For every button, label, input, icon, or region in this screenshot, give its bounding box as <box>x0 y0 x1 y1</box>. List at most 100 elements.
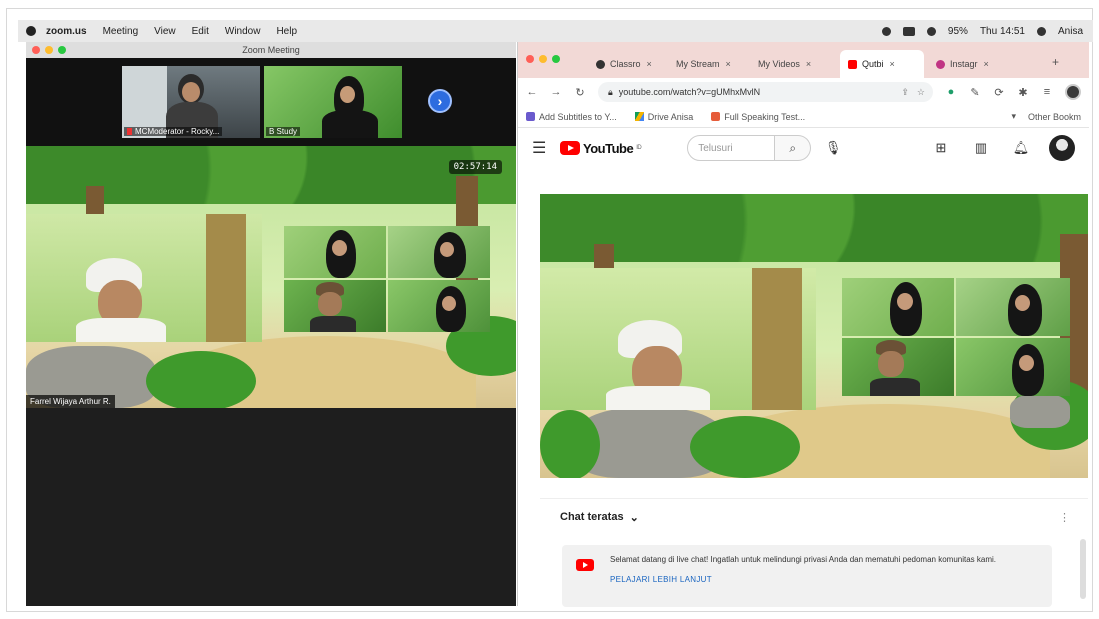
address-bar[interactable]: 🔒︎ youtube.com/watch?v=gUMhxMvlN ⇪ ☆ <box>598 82 933 102</box>
video-tile-boy <box>540 268 816 410</box>
menu-edit[interactable]: Edit <box>192 26 209 37</box>
back-icon[interactable]: ← <box>526 86 538 98</box>
puzzle-extensions-icon[interactable]: ✱ <box>1017 86 1029 99</box>
youtube-play-icon <box>560 141 580 155</box>
tab-my-videos[interactable]: My Videos × <box>750 50 836 78</box>
video-tile-girl-3 <box>388 280 490 332</box>
participant-strip: MCModerator - Rocky... B Study › <box>26 58 516 146</box>
user-name[interactable]: Anisa <box>1058 26 1083 37</box>
forward-icon[interactable]: → <box>550 86 562 98</box>
bookmark-favicon-icon <box>711 112 721 121</box>
apps-grid-icon[interactable]: ▥ <box>969 140 993 156</box>
lock-icon: 🔒︎ <box>608 86 613 97</box>
participant-name: MCModerator - Rocky... <box>124 127 223 136</box>
video-tile-girl-1 <box>284 226 386 278</box>
bookmark-star-icon[interactable]: ☆ <box>917 87 925 98</box>
microphone-icon[interactable]: 🎙︎ <box>821 140 845 156</box>
fullscreen-window-icon[interactable] <box>552 55 560 63</box>
url-text: youtube.com/watch?v=gUMhxMvlN <box>618 87 761 97</box>
instagram-icon <box>936 59 945 69</box>
menu-meeting[interactable]: Meeting <box>103 26 139 37</box>
menu-help[interactable]: Help <box>276 26 297 37</box>
close-tab-icon[interactable]: × <box>890 59 895 69</box>
youtube-icon <box>576 559 594 571</box>
menu-window[interactable]: Window <box>225 26 261 37</box>
muted-mic-icon <box>127 128 132 136</box>
youtube-video-player[interactable] <box>540 194 1088 478</box>
bookmark-subtitles[interactable]: Add Subtitles to Y... <box>526 112 617 122</box>
tab-classroom[interactable]: Classro × <box>588 50 666 78</box>
participant-thumb-study[interactable]: B Study <box>264 66 402 138</box>
close-window-icon[interactable] <box>526 55 534 63</box>
bookmark-favicon-icon <box>526 112 535 121</box>
browser-toolbar: ← → ↻ 🔒︎ youtube.com/watch?v=gUMhxMvlN ⇪… <box>518 78 1089 106</box>
youtube-favicon-icon <box>848 59 857 69</box>
close-tab-icon[interactable]: × <box>984 59 989 69</box>
participant-name: B Study <box>266 127 301 136</box>
more-options-icon[interactable]: ⋮ <box>1059 511 1070 524</box>
speaker-name-label: Farrel Wijaya Arthur R. <box>26 395 115 408</box>
chat-mode-selector[interactable]: Chat teratas <box>560 511 624 523</box>
learn-more-link[interactable]: PELAJARI LEBIH LANJUT <box>610 575 1040 585</box>
control-center-icon[interactable] <box>1036 26 1046 36</box>
chat-header: Chat teratas ⌄ ⋮ <box>540 499 1088 535</box>
video-tile-boy <box>26 214 262 342</box>
wifi-icon[interactable] <box>926 26 936 36</box>
google-drive-icon <box>634 112 644 121</box>
video-tile-girl-2 <box>956 278 1070 336</box>
menu-app[interactable]: zoom.us <box>46 26 87 37</box>
participant-thumb-moderator[interactable]: MCModerator - Rocky... <box>122 66 260 138</box>
video-tile-girl-2 <box>388 226 490 278</box>
zoom-window: Zoom Meeting MCModerator - Rocky... B St… <box>26 42 516 606</box>
video-tile-girl-1 <box>842 278 954 336</box>
menu-hamburger-icon[interactable]: ☰ <box>532 138 550 158</box>
close-tab-icon[interactable]: × <box>806 59 811 69</box>
classroom-icon <box>596 59 605 69</box>
menu-view[interactable]: View <box>154 26 176 37</box>
minimize-window-icon[interactable] <box>539 55 547 63</box>
bookmarks-bar: Add Subtitles to Y... Drive Anisa Full S… <box>518 106 1089 128</box>
browser-window: Classro × My Stream × My Videos × Qutbi × In… <box>517 42 1089 607</box>
share-icon[interactable]: ⇪ <box>901 87 909 98</box>
search-input[interactable]: Telusuri <box>687 135 776 161</box>
apple-icon[interactable] <box>26 26 36 36</box>
sync-icon[interactable]: ⟳ <box>993 86 1005 99</box>
chevron-down-icon: ▾ <box>1011 111 1016 121</box>
close-tab-icon[interactable]: × <box>647 59 652 69</box>
mac-menubar: zoom.us Meeting View Edit Window Help 95… <box>18 20 1093 42</box>
bookmark-speaking-test[interactable]: Full Speaking Test... <box>711 112 805 122</box>
menubar-status: 95% Thu 14:51 Anisa <box>881 26 1093 37</box>
tab-instagram[interactable]: Instagr × <box>928 50 1018 78</box>
youtube-logo[interactable]: YouTube ID <box>560 141 642 156</box>
next-page-button[interactable]: › <box>428 89 452 113</box>
create-video-icon[interactable]: ⊞ <box>929 140 953 156</box>
tab-my-stream[interactable]: My Stream × <box>668 50 748 78</box>
reload-icon[interactable]: ↻ <box>574 86 586 99</box>
zoom-status-icon[interactable] <box>881 26 891 36</box>
new-tab-icon[interactable]: + <box>1052 55 1059 69</box>
screen-share-icon[interactable] <box>902 26 915 36</box>
chat-scrollbar[interactable] <box>1080 539 1086 599</box>
close-tab-icon[interactable]: × <box>726 59 731 69</box>
active-speaker-video[interactable]: 02:57:14 Farrel Wijaya Arthur R. <box>26 146 516 408</box>
clock[interactable]: Thu 14:51 <box>980 26 1025 37</box>
search-icon[interactable]: ⌕ <box>775 135 812 161</box>
account-avatar[interactable] <box>1049 135 1075 161</box>
youtube-header: ☰ YouTube ID Telusuri ⌕ 🎙︎ ⊞ ▥ 🔔︎ <box>518 128 1089 168</box>
meeting-timer: 02:57:14 <box>448 160 502 174</box>
chat-welcome-notice: Selamat datang di live chat! Ingatlah un… <box>562 545 1052 607</box>
video-tile-boy-2 <box>842 338 954 396</box>
chevron-down-icon[interactable]: ⌄ <box>630 511 639 524</box>
other-bookmarks[interactable]: ▾ Other Bookm <box>1011 111 1081 122</box>
tab-youtube-active[interactable]: Qutbi × <box>840 50 924 78</box>
tab-bar: Classro × My Stream × My Videos × Qutbi × In… <box>518 42 1089 78</box>
profile-avatar[interactable] <box>1065 84 1081 100</box>
notifications-bell-icon[interactable]: 🔔︎ <box>1009 140 1033 156</box>
extension-icon[interactable]: ● <box>945 86 957 98</box>
battery-label[interactable]: 95% <box>948 26 968 37</box>
live-chat-panel: Chat teratas ⌄ ⋮ Selamat datang di live … <box>540 498 1088 607</box>
video-tile-boy-2 <box>284 280 386 332</box>
media-icon[interactable]: ≡ <box>1041 86 1053 98</box>
bookmark-drive[interactable]: Drive Anisa <box>634 112 693 122</box>
pen-extension-icon[interactable]: ✎ <box>969 86 981 99</box>
